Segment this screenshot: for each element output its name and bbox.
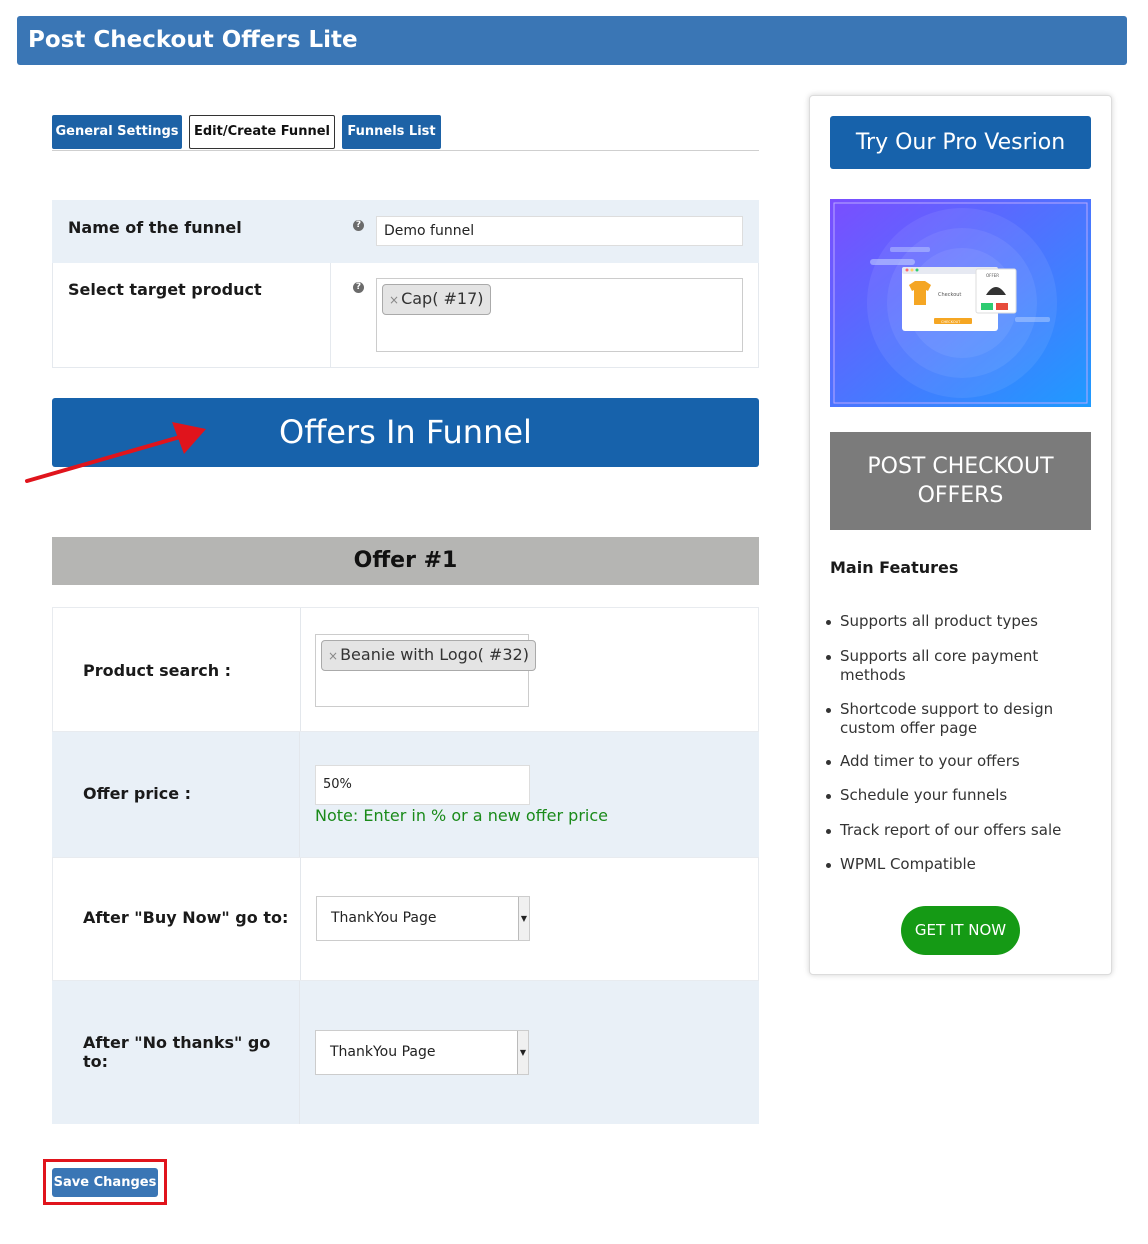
product-search-row: Product search : × Beanie with Logo( #32) [52, 607, 759, 732]
funnel-name-row: Name of the funnel ? Demo funnel [52, 200, 759, 263]
feature-item: Track report of our offers sale [824, 821, 1064, 840]
offer-price-input[interactable]: 50% [315, 765, 530, 805]
column-divider [300, 858, 301, 980]
offer-settings-table: Product search : × Beanie with Logo( #32)… [52, 607, 759, 1124]
promo-checkout-button-text: CHECKOUT [941, 320, 961, 324]
no-thanks-select[interactable]: ThankYou Page ▼ [315, 1030, 529, 1075]
promo-offer-text: OFFER [986, 273, 999, 278]
app-title: Post Checkout Offers Lite [28, 27, 358, 53]
remove-chip-icon[interactable]: × [328, 649, 338, 663]
post-checkout-offers-banner: POST CHECKOUT OFFERS [830, 432, 1091, 530]
chip-label: Beanie with Logo( #32) [340, 645, 529, 664]
try-pro-version-button[interactable]: Try Our Pro Vesrion [830, 116, 1091, 169]
offer-price-row: Offer price : 50% Note: Enter in % or a … [52, 732, 759, 857]
target-product-row: Select target product ? × Cap( #17) [52, 263, 759, 368]
feature-item: Supports all core payment methods [824, 647, 1044, 685]
column-divider [300, 608, 301, 731]
dropdown-caret-icon[interactable]: ▼ [518, 897, 529, 940]
tab-edit-create-funnel[interactable]: Edit/Create Funnel [189, 115, 335, 149]
save-changes-button[interactable]: Save Changes [52, 1168, 158, 1197]
red-arrow-annotation [25, 422, 206, 483]
feature-item: WPML Compatible [824, 855, 1064, 874]
feature-item: Shortcode support to design custom offer… [824, 700, 1054, 738]
target-product-select[interactable]: × Cap( #17) [376, 278, 743, 352]
selected-product-chip[interactable]: × Beanie with Logo( #32) [321, 640, 536, 671]
help-icon[interactable]: ? [353, 220, 364, 231]
buy-now-select[interactable]: ThankYou Page ▼ [316, 896, 530, 941]
feature-item: Add timer to your offers [824, 752, 1064, 771]
offer-price-label: Offer price : [83, 784, 192, 803]
settings-tabs: General Settings Edit/Create Funnel Funn… [52, 115, 759, 151]
help-icon[interactable]: ? [353, 282, 364, 293]
dropdown-caret-icon[interactable]: ▼ [517, 1031, 528, 1074]
remove-chip-icon[interactable]: × [389, 293, 399, 307]
promo-checkout-text: Checkout [938, 292, 961, 298]
buy-now-selected: ThankYou Page [331, 910, 437, 926]
offer-price-note: Note: Enter in % or a new offer price [315, 806, 608, 825]
target-product-label: Select target product [68, 280, 262, 299]
funnel-settings-table: Name of the funnel ? Demo funnel Select … [52, 200, 759, 368]
chip-label: Cap( #17) [401, 289, 484, 308]
column-divider [299, 981, 300, 1124]
get-it-now-button[interactable]: GET IT NOW [901, 906, 1020, 955]
promo-illustration: Checkout OFFER CHECKOUT [830, 199, 1091, 407]
tab-funnels-list[interactable]: Funnels List [342, 115, 441, 149]
no-thanks-row: After "No thanks" go to: ThankYou Page ▼ [52, 981, 759, 1124]
product-search-select[interactable]: × Beanie with Logo( #32) [315, 634, 536, 707]
offer-heading: Offer #1 [52, 537, 759, 585]
column-divider [299, 732, 300, 857]
funnel-name-input[interactable]: Demo funnel [376, 216, 743, 246]
banner-text: POST CHECKOUT OFFERS [867, 454, 1054, 508]
product-search-label: Product search : [83, 661, 232, 680]
no-thanks-label: After "No thanks" go to: [83, 1033, 271, 1071]
app-title-bar: Post Checkout Offers Lite [17, 16, 1127, 65]
buy-now-row: After "Buy Now" go to: ThankYou Page ▼ [52, 857, 759, 981]
feature-item: Schedule your funnels [824, 786, 1064, 805]
selected-product-chip[interactable]: × Cap( #17) [382, 284, 491, 315]
feature-item: Supports all product types [824, 612, 1064, 631]
no-thanks-selected: ThankYou Page [330, 1044, 436, 1060]
column-divider [330, 263, 331, 367]
buy-now-label: After "Buy Now" go to: [83, 908, 289, 927]
main-features-title: Main Features [830, 558, 959, 577]
funnel-name-label: Name of the funnel [68, 218, 242, 237]
tab-general-settings[interactable]: General Settings [52, 115, 182, 149]
